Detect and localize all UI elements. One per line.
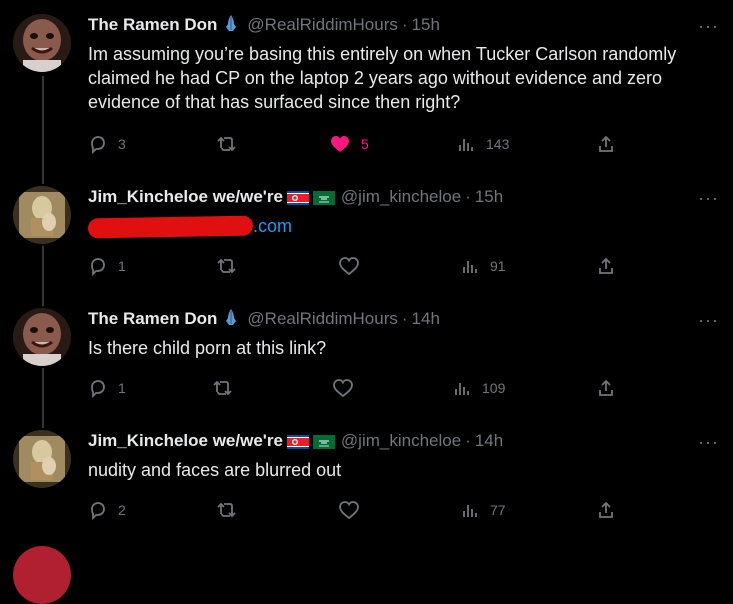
reply-icon	[91, 136, 105, 154]
share-icon	[599, 379, 613, 396]
praying-hands-icon	[221, 13, 241, 38]
tweet[interactable]: The Ramen Don @RealRiddimHours · 14h ···…	[0, 308, 733, 408]
reply-count: 1	[118, 380, 126, 396]
heart-icon	[339, 257, 359, 276]
views-button[interactable]: 109	[452, 378, 505, 398]
views-button[interactable]: 91	[460, 256, 506, 276]
tweet-text: Is there child porn at this link?	[88, 338, 327, 358]
retweet-icon	[217, 502, 236, 518]
avatar[interactable]	[13, 14, 71, 72]
reply-button[interactable]: 1	[88, 256, 126, 276]
tweet-text: .com	[87, 214, 718, 239]
tweet-text: nudity and faces are blurred out	[88, 460, 342, 480]
north-korea-flag-icon	[286, 190, 309, 205]
display-name[interactable]: The Ramen Don	[88, 15, 217, 35]
like-count: 5	[361, 136, 369, 152]
view-count: 91	[490, 258, 506, 274]
tweet[interactable]: Jim_Kincheloe we/we're @jim_kincheloe · …	[0, 186, 733, 286]
view-count: 143	[486, 136, 510, 152]
separator: ·	[465, 187, 471, 206]
tweet-actions: 3 5 143	[88, 134, 628, 156]
timestamp[interactable]: 15h	[475, 187, 503, 207]
separator: ·	[465, 431, 471, 450]
more-options-icon[interactable]: ···	[698, 432, 719, 453]
timestamp[interactable]: 14h	[412, 309, 440, 329]
tweet-header: Jim_Kincheloe we/we're @jim_kincheloe · …	[88, 186, 503, 208]
views-icon	[455, 383, 469, 395]
more-options-icon[interactable]: ···	[698, 310, 719, 331]
handle[interactable]: @RealRiddimHours	[247, 15, 397, 35]
tweet-actions: 2 77	[88, 500, 628, 522]
view-count: 77	[490, 502, 506, 518]
views-button[interactable]: 143	[456, 134, 509, 154]
saudi-arabia-flag-icon	[312, 434, 335, 449]
reply-button[interactable]: 1	[88, 378, 126, 398]
views-button[interactable]: 77	[460, 500, 506, 520]
heart-icon	[331, 136, 349, 152]
redaction-mark	[87, 215, 254, 239]
tweet[interactable]: Jim_Kincheloe we/we're @jim_kincheloe · …	[0, 430, 733, 530]
reply-count: 3	[118, 136, 126, 152]
reply-icon	[91, 380, 105, 398]
avatar[interactable]	[13, 186, 71, 244]
share-button[interactable]	[596, 256, 616, 276]
reply-icon	[91, 258, 105, 276]
display-name[interactable]: Jim_Kincheloe we/we're	[88, 187, 283, 207]
reply-count: 2	[118, 502, 126, 518]
tweet[interactable]: The Ramen Don @RealRiddimHours · 15h ···…	[0, 14, 733, 164]
tweet-actions: 1 91	[88, 256, 628, 278]
retweet-icon	[217, 258, 236, 274]
views-icon	[459, 139, 473, 151]
like-button[interactable]: 5	[329, 134, 369, 154]
more-options-icon[interactable]: ···	[698, 16, 719, 37]
reply-button[interactable]: 2	[88, 500, 126, 520]
display-name[interactable]: Jim_Kincheloe we/we're	[88, 431, 283, 451]
like-button[interactable]	[332, 378, 364, 398]
tweet-header: Jim_Kincheloe we/we're @jim_kincheloe · …	[88, 430, 503, 452]
tweet-header: The Ramen Don @RealRiddimHours · 15h	[88, 14, 440, 36]
tweet-actions: 1 109	[88, 378, 628, 400]
display-name[interactable]: The Ramen Don	[88, 309, 217, 329]
share-icon	[599, 257, 613, 274]
timestamp[interactable]: 14h	[475, 431, 503, 451]
views-icon	[463, 505, 477, 517]
avatar[interactable]	[13, 546, 71, 604]
tweet-link[interactable]: .com	[253, 216, 292, 236]
retweet-icon	[217, 136, 236, 152]
like-button[interactable]	[338, 256, 370, 276]
share-button[interactable]	[596, 500, 616, 520]
timestamp[interactable]: 15h	[412, 15, 440, 35]
share-button[interactable]	[596, 134, 616, 154]
separator: ·	[401, 15, 408, 34]
retweet-button[interactable]	[216, 256, 248, 276]
north-korea-flag-icon	[286, 434, 309, 449]
reply-button[interactable]: 3	[88, 134, 126, 154]
like-button[interactable]	[338, 500, 370, 520]
heart-icon	[333, 379, 353, 398]
handle[interactable]: @RealRiddimHours	[247, 309, 397, 329]
avatar[interactable]	[13, 430, 71, 488]
view-count: 109	[482, 380, 506, 396]
separator: ·	[401, 309, 408, 328]
retweet-button[interactable]	[216, 500, 248, 520]
reply-icon	[91, 502, 105, 520]
tweet-header: The Ramen Don @RealRiddimHours · 14h	[88, 308, 440, 330]
share-icon	[599, 501, 613, 518]
share-button[interactable]	[596, 378, 616, 398]
tweet-text: Im assuming you’re basing this entirely …	[88, 44, 677, 112]
avatar[interactable]	[13, 308, 71, 366]
more-options-icon[interactable]: ···	[698, 188, 719, 209]
retweet-button[interactable]	[212, 378, 244, 398]
saudi-arabia-flag-icon	[312, 190, 335, 205]
handle[interactable]: @jim_kincheloe	[341, 187, 461, 207]
retweet-button[interactable]	[216, 134, 248, 154]
handle[interactable]: @jim_kincheloe	[341, 431, 461, 451]
retweet-icon	[213, 380, 232, 396]
praying-hands-icon	[221, 307, 241, 332]
reply-count: 1	[118, 258, 126, 274]
views-icon	[463, 261, 477, 273]
heart-icon	[339, 501, 359, 520]
share-icon	[599, 135, 613, 152]
